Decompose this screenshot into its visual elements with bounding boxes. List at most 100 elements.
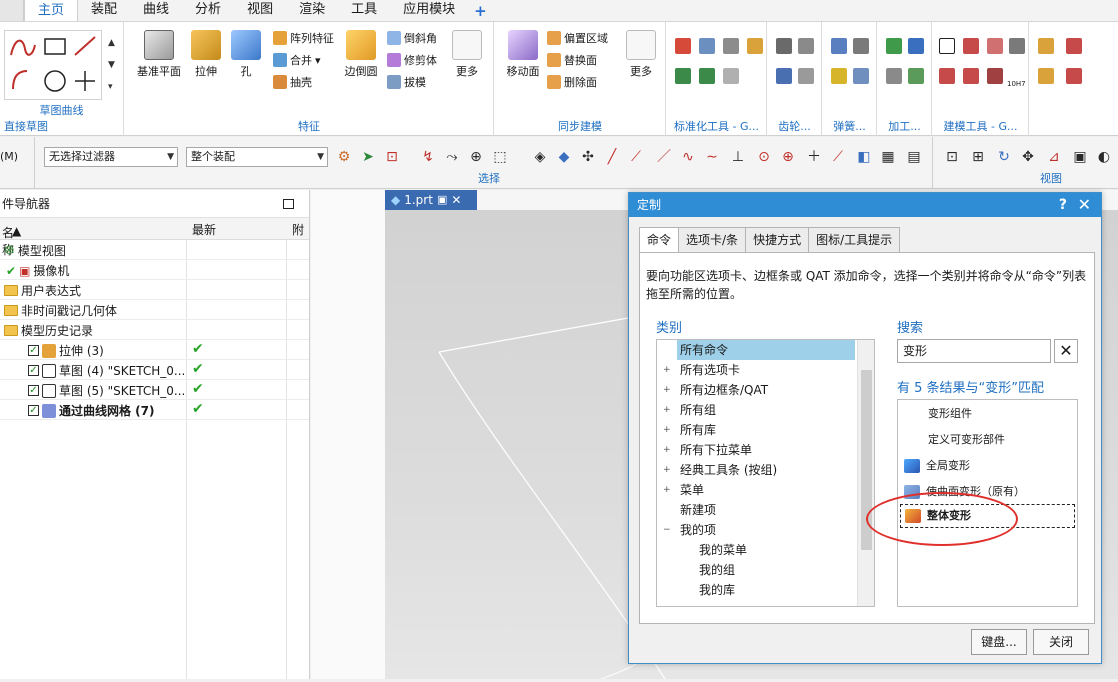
- tree-row-sketch-4[interactable]: ✓ 草图 (4) "SKETCH_0... ✔: [0, 360, 309, 380]
- tab-icons-tooltips[interactable]: 图标/工具提示: [808, 227, 901, 253]
- direct-sketch-label[interactable]: 直接草图: [4, 118, 123, 134]
- snap-icon[interactable]: ⤳: [444, 149, 460, 165]
- help-icon[interactable]: ?: [1059, 193, 1067, 217]
- component-icon[interactable]: ✣: [580, 149, 596, 165]
- clear-search-button[interactable]: ✕: [1054, 339, 1078, 363]
- draft-button[interactable]: 拔模: [387, 74, 426, 90]
- spring-icon[interactable]: [831, 68, 847, 84]
- grid-icon[interactable]: ▦: [880, 149, 896, 165]
- category-all-groups[interactable]: + 所有组: [657, 400, 857, 420]
- tree-row-through-curve-mesh[interactable]: ✓ 通过曲线网格 (7) ✔: [0, 400, 309, 420]
- tab-home[interactable]: 主页: [24, 0, 79, 21]
- tree-row-sketch-5[interactable]: ✓ 草图 (5) "SKETCH_0... ✔: [0, 380, 309, 400]
- tree-row-unused-geometry[interactable]: 非时间戳记几何体: [0, 300, 309, 320]
- build-tool-icon[interactable]: [987, 38, 1003, 54]
- menu-button[interactable]: (M): [0, 150, 18, 163]
- view-icon[interactable]: ◧: [856, 149, 872, 165]
- gear-icon[interactable]: [776, 38, 792, 54]
- tab-commands[interactable]: 命令: [639, 227, 680, 253]
- tree-row-user-expressions[interactable]: 用户表达式: [0, 280, 309, 300]
- search-input[interactable]: 变形: [897, 339, 1051, 363]
- machining-icon[interactable]: [908, 68, 924, 84]
- render-style-icon[interactable]: ▣: [1072, 149, 1088, 165]
- hole-button[interactable]: 孔: [223, 30, 269, 79]
- tab-applications[interactable]: 应用模块: [390, 0, 468, 21]
- gear-icon[interactable]: [776, 68, 792, 84]
- expand-icon[interactable]: +: [663, 486, 671, 495]
- offset-region-button[interactable]: 偏置区域: [547, 30, 608, 46]
- close-button[interactable]: 关闭: [1033, 629, 1089, 655]
- chamfer-button[interactable]: 倒斜角: [387, 30, 437, 46]
- face-icon[interactable]: ◈: [532, 149, 548, 165]
- type-filter-select[interactable]: 无选择过滤器 ▼: [44, 147, 178, 167]
- polyline-icon[interactable]: ∿: [680, 149, 696, 165]
- extra-tool-icon[interactable]: [1066, 68, 1082, 84]
- pan-icon[interactable]: ✥: [1020, 149, 1036, 165]
- snap-icon[interactable]: ⊕: [468, 149, 484, 165]
- tab-shortcuts[interactable]: 快捷方式: [745, 227, 810, 253]
- checkbox[interactable]: ✓: [28, 385, 39, 396]
- build-tool-icon[interactable]: [939, 68, 955, 84]
- std-tool-icon[interactable]: [747, 38, 763, 54]
- curve-icon[interactable]: ⟋: [628, 149, 644, 165]
- category-my-groups[interactable]: 我的组: [657, 560, 857, 580]
- sketch-gallery-scroll[interactable]: ▲ ▼ ▾: [108, 32, 115, 98]
- document-menu-icon[interactable]: ▣: [437, 190, 447, 210]
- zoom-icon[interactable]: ⊞: [970, 149, 986, 165]
- extra-tool-icon[interactable]: [1038, 38, 1054, 54]
- delete-face-button[interactable]: 删除面: [547, 74, 597, 90]
- spring-icon[interactable]: [853, 68, 869, 84]
- fit-view-icon[interactable]: ⊡: [944, 149, 960, 165]
- move-face-button[interactable]: 移动面: [503, 30, 543, 79]
- curve-icon[interactable]: ╱: [604, 149, 620, 165]
- keyboard-button[interactable]: 键盘...: [971, 629, 1027, 655]
- std-tool-icon[interactable]: [675, 38, 691, 54]
- scope-select[interactable]: 整个装配 ▼: [186, 147, 328, 167]
- std-tool-icon[interactable]: [723, 68, 739, 84]
- build-tool-icon[interactable]: [1009, 38, 1025, 54]
- body-icon[interactable]: ◆: [556, 149, 572, 165]
- circle-point-icon[interactable]: ⊕: [780, 149, 796, 165]
- feature-more-button[interactable]: 更多: [447, 30, 487, 79]
- category-my-items[interactable]: − 我的项: [657, 520, 857, 540]
- std-tool-icon[interactable]: [675, 68, 691, 84]
- std-tool-icon[interactable]: [699, 68, 715, 84]
- gear-icon[interactable]: [798, 38, 814, 54]
- maximize-icon[interactable]: [283, 199, 294, 209]
- line-icon[interactable]: ／: [656, 149, 672, 165]
- shell-button[interactable]: 抽壳: [273, 74, 312, 90]
- close-tab-icon[interactable]: ✕: [451, 190, 461, 210]
- unite-button[interactable]: 合并 ▾: [273, 52, 321, 68]
- expand-icon[interactable]: +: [663, 446, 671, 455]
- category-all-bars-qat[interactable]: + 所有边框条/QAT: [657, 380, 857, 400]
- category-all-tabs[interactable]: + 所有选项卡: [657, 360, 857, 380]
- build-tool-icon[interactable]: [963, 38, 979, 54]
- expand-icon[interactable]: +: [663, 406, 671, 415]
- spring-icon[interactable]: [853, 38, 869, 54]
- category-scrollbar[interactable]: [857, 340, 874, 606]
- checkbox[interactable]: ✓: [28, 345, 39, 356]
- tab-curve[interactable]: 曲线: [130, 0, 182, 21]
- tab-tools[interactable]: 工具: [338, 0, 390, 21]
- spring-icon[interactable]: [831, 38, 847, 54]
- tangent-icon[interactable]: ⟋: [830, 149, 846, 165]
- edge-blend-button[interactable]: 边倒圆: [341, 30, 381, 79]
- rotate-icon[interactable]: ↻: [996, 149, 1012, 165]
- category-my-menu[interactable]: 我的菜单: [657, 540, 857, 560]
- tab-assembly[interactable]: 装配: [78, 0, 130, 21]
- trim-body-button[interactable]: 修剪体: [387, 52, 437, 68]
- category-all-dropdowns[interactable]: + 所有下拉菜单: [657, 440, 857, 460]
- col-extra-header[interactable]: 附: [292, 221, 304, 238]
- tab-tabs-bars[interactable]: 选项卡/条: [678, 227, 747, 253]
- intersect-icon[interactable]: ⊥: [730, 149, 746, 165]
- result-global-deform[interactable]: 全局变形: [904, 454, 970, 478]
- sketch-gallery[interactable]: [4, 30, 102, 100]
- add-tab-button[interactable]: +: [468, 1, 493, 21]
- category-all-commands[interactable]: 所有命令: [677, 340, 857, 360]
- spline-icon[interactable]: ∼: [704, 149, 720, 165]
- sync-more-button[interactable]: 更多: [621, 30, 661, 79]
- tab-analysis[interactable]: 分析: [182, 0, 234, 21]
- machining-icon[interactable]: [908, 38, 924, 54]
- point-icon[interactable]: ＋: [806, 149, 822, 165]
- tree-row-model-history[interactable]: 模型历史记录: [0, 320, 309, 340]
